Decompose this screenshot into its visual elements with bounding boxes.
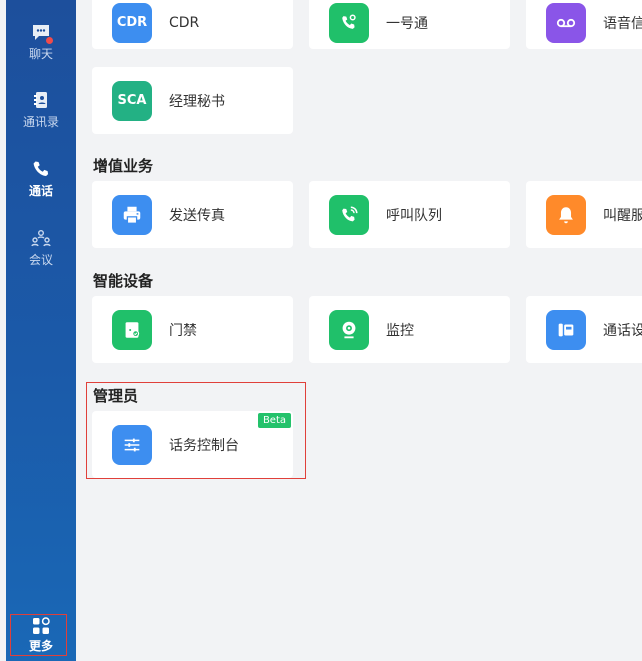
voicemail-icon [546, 2, 586, 43]
meeting-people-icon [31, 229, 51, 247]
sidebar-item-label: 通讯录 [22, 115, 59, 129]
card-label: 监控 [386, 322, 414, 339]
sidebar: 聊天 通讯录 通话 会议 更多 [6, 0, 76, 661]
sidebar-item-label: 聊天 [28, 47, 53, 61]
phone-gear-icon [329, 2, 369, 43]
card-label: 叫醒服 [603, 207, 642, 224]
card-label: 通话设 [603, 322, 642, 339]
phone-icon [33, 161, 49, 176]
unread-badge [46, 37, 53, 44]
door-access-icon [112, 309, 152, 350]
highlight-box-admin [86, 382, 306, 479]
card-label: CDR [169, 14, 200, 31]
card-label: 一号通 [386, 15, 428, 32]
card-send-fax[interactable]: 发送传真 [92, 181, 293, 248]
card-manager-secretary[interactable]: SCA 经理秘书 [92, 67, 293, 134]
section-title-value-added: 增值业务 [93, 157, 154, 175]
cdr-tile: CDR [112, 2, 152, 43]
card-label: 经理秘书 [169, 93, 225, 110]
card-label: 语音信 [603, 15, 642, 32]
card-wakeup-service[interactable]: 叫醒服 [526, 181, 642, 248]
sca-tile: SCA [112, 80, 152, 121]
sidebar-item-chat[interactable]: 聊天 [6, 20, 76, 62]
card-call-device[interactable]: 通话设 [526, 296, 642, 363]
bell-icon [546, 194, 586, 235]
camera-icon [329, 309, 369, 350]
card-cdr[interactable]: CDR CDR [92, 0, 293, 49]
highlight-box-more [10, 614, 67, 656]
sidebar-item-label: 通话 [28, 184, 53, 198]
sidebar-item-contacts[interactable]: 通讯录 [6, 88, 76, 130]
card-one-number[interactable]: 一号通 [309, 0, 510, 49]
sidebar-item-calls[interactable]: 通话 [6, 157, 76, 199]
section-title-smart-devices: 智能设备 [93, 272, 154, 290]
card-monitoring[interactable]: 监控 [309, 296, 510, 363]
card-label: 门禁 [169, 322, 197, 339]
phone-queue-icon [329, 194, 369, 235]
sidebar-item-label: 会议 [28, 253, 53, 267]
card-voicemail[interactable]: 语音信 [526, 0, 642, 49]
main-panel: CDR CDR 一号通 语音信 SCA 经理秘书 增值业务 发送传真 呼叫队列 [76, 0, 642, 661]
card-door-access[interactable]: 门禁 [92, 296, 293, 363]
card-label: 呼叫队列 [386, 207, 442, 224]
card-call-queue[interactable]: 呼叫队列 [309, 181, 510, 248]
sidebar-item-meeting[interactable]: 会议 [6, 226, 76, 268]
card-label: 发送传真 [169, 207, 225, 224]
fax-printer-icon [112, 194, 152, 235]
desk-phone-icon [546, 309, 586, 350]
contacts-book-icon [34, 92, 47, 108]
